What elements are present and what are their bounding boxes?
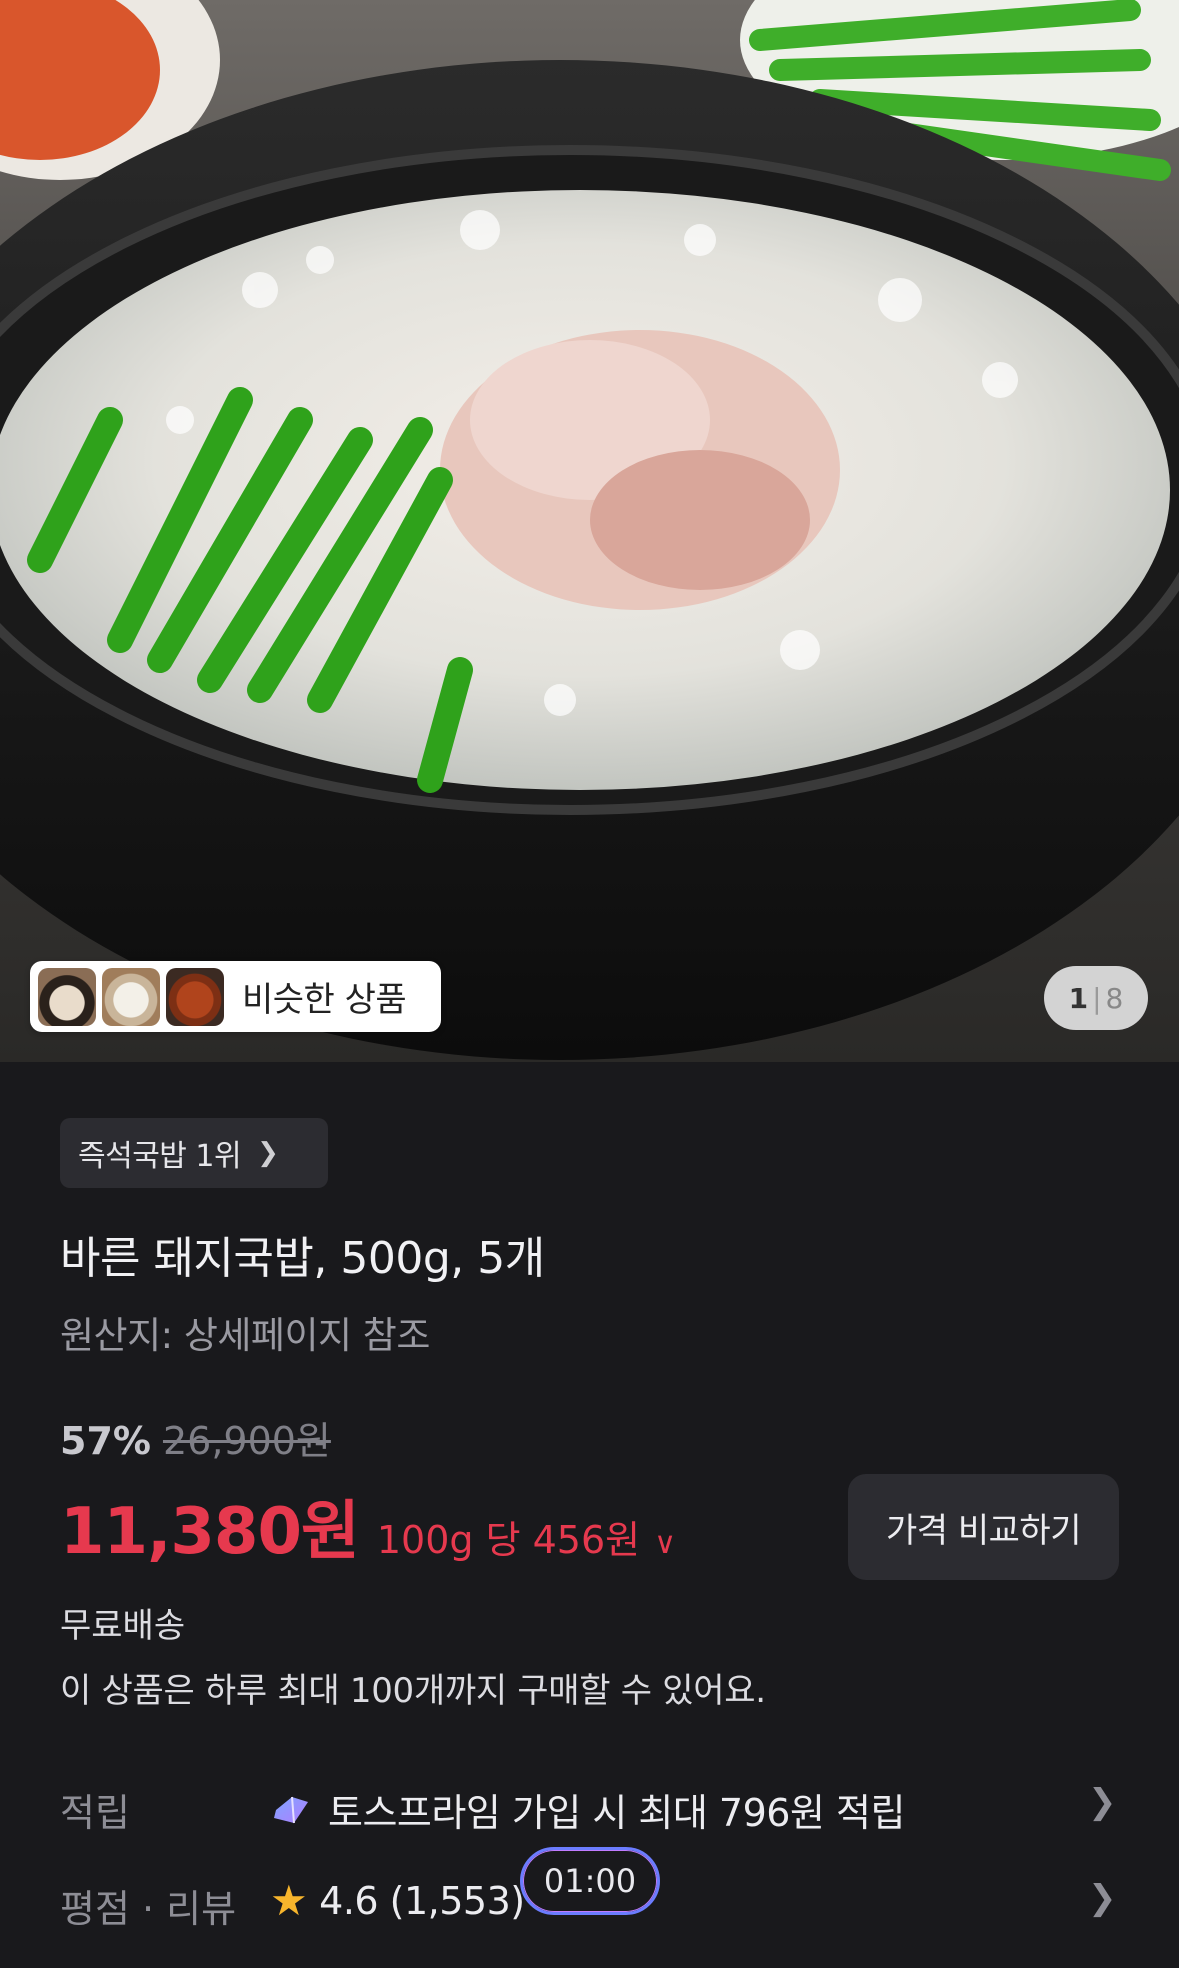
- compare-prices-button[interactable]: 가격 비교하기: [848, 1474, 1119, 1580]
- rating-row-label: 평점 · 리뷰: [60, 1887, 237, 1931]
- chevron-right-icon: ❯: [1088, 1782, 1117, 1822]
- timer-badge[interactable]: 01:00: [520, 1847, 660, 1915]
- shipping-info: 무료배송: [60, 1606, 186, 1646]
- category-rank-badge[interactable]: 즉석국밥 1위 ❯: [60, 1118, 328, 1188]
- chevron-down-icon: ∨: [654, 1526, 677, 1561]
- original-price: 26,900원: [162, 1419, 331, 1463]
- rating-row-value: 4.6 (1,553): [319, 1878, 525, 1923]
- image-counter-current: 1: [1068, 981, 1089, 1015]
- purchase-limit-notice: 이 상품은 하루 최대 100개까지 구매할 수 있어요.: [60, 1671, 766, 1711]
- discount-rate: 57%: [60, 1419, 151, 1463]
- similar-products-label: 비슷한 상품: [242, 980, 407, 1020]
- product-title: 바른 돼지국밥, 500g, 5개: [60, 1233, 545, 1284]
- points-row-value-wrap: 토스프라임 가입 시 최대 796원 적립: [270, 1782, 905, 1837]
- chevron-right-icon: ❯: [1088, 1878, 1117, 1918]
- points-row-value: 토스프라임 가입 시 최대 796원 적립: [328, 1791, 905, 1835]
- similar-product-thumbnail: [102, 967, 160, 1026]
- product-origin: 원산지: 상세페이지 참조: [60, 1314, 430, 1357]
- toss-prime-icon: [274, 1796, 308, 1823]
- similar-product-thumbnail: [166, 967, 224, 1026]
- image-counter-separator: |: [1092, 981, 1102, 1015]
- image-counter-total: 8: [1105, 981, 1124, 1015]
- product-photo: [0, 0, 1179, 1060]
- product-image-gallery[interactable]: 비슷한 상품 1 | 8: [0, 0, 1179, 1062]
- price-row[interactable]: 11,380원 100g 당 456원 ∨: [60, 1480, 676, 1572]
- similar-product-thumbnail: [38, 967, 96, 1026]
- discount-row: 57% 26,900원: [60, 1410, 331, 1465]
- sale-price: 11,380원: [60, 1495, 360, 1569]
- image-page-counter: 1 | 8: [1044, 966, 1148, 1030]
- rating-row-value-wrap: ★ 4.6 (1,553): [270, 1876, 525, 1925]
- category-rank-label: 즉석국밥 1위: [78, 1139, 242, 1174]
- unit-price: 100g 당 456원: [376, 1518, 641, 1562]
- chevron-right-icon: ❯: [257, 1138, 279, 1168]
- similar-products-button[interactable]: 비슷한 상품: [30, 961, 441, 1032]
- star-icon: ★: [270, 1876, 308, 1925]
- points-row-label: 적립: [60, 1791, 130, 1835]
